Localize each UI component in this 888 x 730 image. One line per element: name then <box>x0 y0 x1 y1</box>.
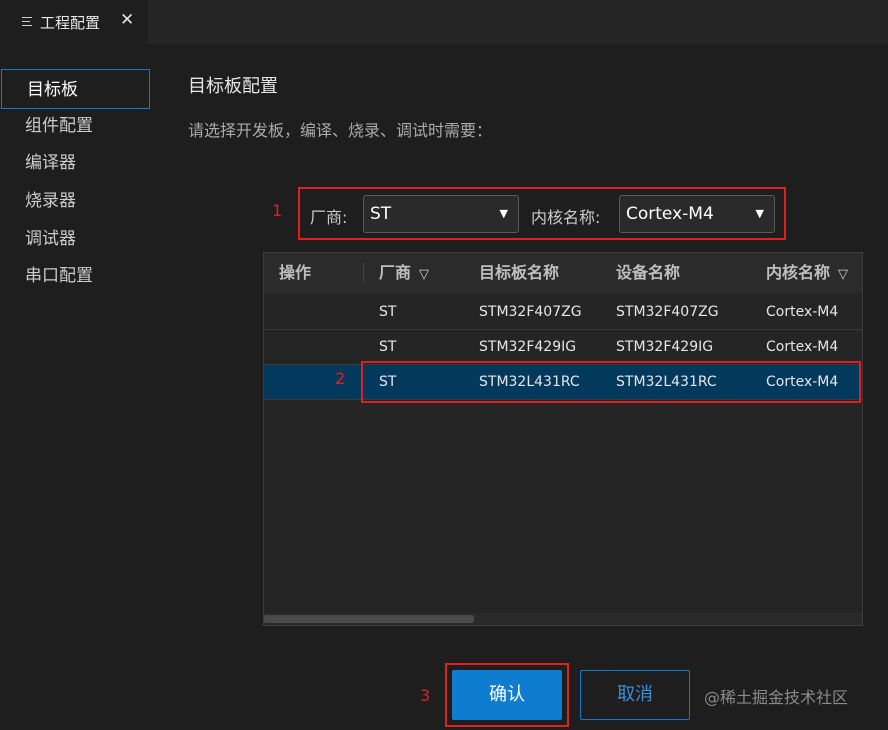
sidebar-item-debugger[interactable]: 调试器 <box>0 221 150 257</box>
confirm-button[interactable]: 确认 <box>452 670 562 720</box>
table-row[interactable]: ST STM32F429IG STM32F429IG Cortex-M4 <box>264 330 862 365</box>
page-title: 目标板配置 <box>188 76 278 97</box>
sidebar-item-label: 串口配置 <box>25 266 93 286</box>
sidebar-item-flasher[interactable]: 烧录器 <box>0 183 150 219</box>
core-select[interactable]: Cortex-M4 ▼ <box>619 195 775 233</box>
cell-board: STM32F407ZG <box>479 304 582 320</box>
dropdown-arrow-icon: ▼ <box>499 207 508 220</box>
cancel-button[interactable]: 取消 <box>580 670 690 720</box>
page-description: 请选择开发板，编译、烧录、调试时需要： <box>188 121 493 140</box>
annotation-3: 3 <box>420 686 431 705</box>
cell-board: STM32F429IG <box>479 339 577 355</box>
filter-icon[interactable]: ▽ <box>838 255 848 295</box>
column-header-core[interactable]: 内核名称 ▽ <box>766 253 862 295</box>
core-label: 内核名称: <box>531 208 601 227</box>
annotation-1: 1 <box>272 201 283 220</box>
column-header-board: 目标板名称 <box>479 263 560 282</box>
sidebar-item-label: 调试器 <box>25 229 76 249</box>
sidebar-item-serial[interactable]: 串口配置 <box>0 258 150 294</box>
sidebar-item-label: 编译器 <box>25 153 76 173</box>
column-header-vendor[interactable]: 厂商 ▽ <box>379 253 464 293</box>
close-icon[interactable]: ✕ <box>120 10 134 30</box>
core-select-value: Cortex-M4 <box>626 204 714 224</box>
menu-lines-icon <box>22 17 32 27</box>
column-header-device: 设备名称 <box>616 263 681 282</box>
filter-icon[interactable]: ▽ <box>419 255 429 295</box>
cell-vendor: ST <box>379 339 397 355</box>
annotation-2: 2 <box>335 369 346 388</box>
cell-vendor: ST <box>379 304 397 320</box>
dropdown-arrow-icon: ▼ <box>755 207 764 220</box>
annotation-box-selected-row <box>361 361 861 403</box>
cell-device: STM32F429IG <box>616 339 714 355</box>
tab-project-config[interactable]: 工程配置 ✕ <box>0 0 148 44</box>
sidebar-item-label: 目标板 <box>27 80 78 100</box>
vendor-select[interactable]: ST ▼ <box>363 195 519 233</box>
tab-title: 工程配置 <box>40 14 101 32</box>
sidebar-item-label: 烧录器 <box>25 191 76 211</box>
sidebar-item-compiler[interactable]: 编译器 <box>0 145 150 181</box>
horizontal-scrollbar[interactable] <box>264 613 862 625</box>
cell-device: STM32F407ZG <box>616 304 719 320</box>
watermark: @稀土掘金技术社区 <box>704 688 849 707</box>
cell-core: Cortex-M4 <box>766 304 839 320</box>
sidebar-item-components[interactable]: 组件配置 <box>0 108 150 144</box>
table-row[interactable]: ST STM32F407ZG STM32F407ZG Cortex-M4 <box>264 295 862 330</box>
board-table: 操作 厂商 ▽ 目标板名称 设备名称 内核名称 ▽ ST STM32F407ZG S… <box>263 252 863 626</box>
vendor-select-value: ST <box>370 204 392 224</box>
tab-bar: 工程配置 ✕ <box>0 0 888 44</box>
sidebar-item-label: 组件配置 <box>25 116 93 136</box>
sidebar: 目标板 组件配置 编译器 烧录器 调试器 串口配置 <box>0 44 150 730</box>
vendor-label: 厂商: <box>310 208 348 227</box>
cell-core: Cortex-M4 <box>766 339 839 355</box>
sidebar-item-target-board[interactable]: 目标板 <box>1 69 150 109</box>
table-header: 操作 厂商 ▽ 目标板名称 设备名称 内核名称 ▽ <box>264 253 862 295</box>
column-header-action: 操作 <box>279 253 364 293</box>
scrollbar-thumb[interactable] <box>264 615 474 623</box>
